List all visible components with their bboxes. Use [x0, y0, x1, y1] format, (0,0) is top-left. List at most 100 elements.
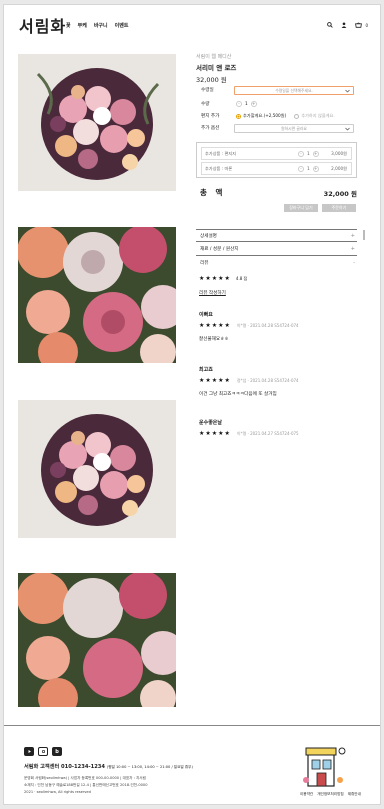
review-summary-stars: ★★★★★	[199, 275, 231, 282]
option-line-stepper: - 1 +	[298, 151, 319, 157]
accordion-detail[interactable]: 상세설명 +	[196, 229, 357, 242]
letter-radio-none[interactable]: 추가하지 않을게요.	[294, 113, 335, 119]
youtube-icon[interactable]	[24, 747, 34, 756]
letter-radio-group: 추가할게요.(+2,500원) 추가하지 않을게요.	[236, 113, 335, 119]
scrollbar-thumb[interactable]	[363, 230, 365, 240]
product-name: 서리미 앤 로즈	[196, 64, 237, 72]
shop-illustration	[300, 742, 348, 790]
date-placeholder: 수령일을 선택해주세요.	[275, 88, 313, 93]
option-line: 추가상품 : 마론 - 1 + 2,000원	[201, 162, 352, 175]
qty-row: 수량 - 1 +	[196, 100, 357, 109]
review-text: 잘선물해요ㅎㅎ	[199, 337, 229, 342]
plus-icon: +	[350, 233, 355, 239]
option-minus-button[interactable]: -	[298, 151, 304, 157]
chevron-down-icon	[345, 88, 350, 95]
review-stars: ★★★★★	[199, 377, 231, 384]
chevron-down-icon	[345, 126, 350, 133]
option-plus-button[interactable]: +	[312, 166, 319, 172]
option-qty[interactable]: 1	[307, 152, 310, 157]
review-title: 최고죠	[199, 367, 213, 373]
footer-divider	[4, 725, 380, 726]
accordion-ingredients-label: 재료 / 성분 / 원산지	[200, 247, 239, 252]
review-text: 이건 그냥 최고죠ㅋㅋㅋ다음에 또 살거임	[199, 392, 277, 397]
option-qty[interactable]: 1	[307, 167, 310, 172]
plus-icon: +	[350, 246, 355, 252]
footer-link-partnership[interactable]: 제휴안내	[348, 792, 361, 797]
header: 서림화 꽃 부케 바구니 이벤트 0	[4, 5, 380, 47]
footer-cs-phone: 서림화 고객센터 010-1234-1234	[24, 764, 106, 770]
blog-icon[interactable]: b	[52, 747, 62, 756]
footer-cs-hours: (평일 10:00 ~ 13:00, 14:00 ~ 21:00 / 일요일 휴…	[106, 765, 193, 769]
social-links: b	[24, 747, 62, 756]
product-price: 32,000 원	[196, 76, 227, 84]
review-stars: ★★★★★	[199, 322, 231, 329]
footer-link-terms[interactable]: 이용약관	[300, 792, 313, 797]
review-summary: ★★★★★ 4.8 점	[199, 275, 247, 282]
extra-select[interactable]: 원하시면 골라요	[234, 124, 354, 133]
footer-link-privacy[interactable]: 개인정보처리방침	[317, 792, 343, 797]
qty-minus-button[interactable]: -	[236, 101, 242, 107]
letter-label: 편지 추가	[201, 114, 220, 119]
search-icon[interactable]	[327, 22, 334, 28]
radio-selected-icon	[236, 113, 241, 119]
qty-plus-button[interactable]: +	[250, 101, 257, 107]
total-value: 32,000 원	[323, 190, 357, 198]
product-info: 서림이 웹 메디산 서리미 앤 로즈 32,000 원	[196, 53, 357, 84]
product-photo-bouquet-2	[18, 400, 176, 538]
date-row: 수령일 수령일을 선택해주세요.	[196, 86, 357, 96]
footer-links: 이용약관 개인정보처리방침 제휴안내	[300, 792, 361, 797]
review-title: 이뻐요	[199, 312, 213, 318]
accordion-reviews-label: 리뷰	[200, 261, 209, 266]
nav-item-event[interactable]: 이벤트	[115, 22, 129, 29]
page: 서림화 꽃 부케 바구니 이벤트 0 서림이 웹 메디산 서리미 앤 로즈 32…	[3, 4, 381, 805]
review-item: 이뻐요 ★★★★★ 이*명 · 2021.04.28 S54724-074 잘선…	[199, 311, 357, 342]
cart-icon[interactable]	[355, 22, 363, 28]
date-label: 수령일	[201, 88, 214, 93]
option-line-price: 3,000원	[331, 151, 347, 156]
review-meta: 이*명 · 2021.04.28 S54724-074	[236, 322, 299, 328]
nav-item-bouquet[interactable]: 부케	[78, 22, 87, 29]
qty-value[interactable]: 1	[245, 102, 248, 107]
review-summary-score: 4.8 점	[235, 275, 248, 281]
user-icon[interactable]	[341, 22, 347, 28]
total-row: 총 액 32,000 원	[196, 187, 357, 199]
extra-placeholder: 원하시면 골라요	[281, 126, 307, 131]
accordion-detail-label: 상세설명	[200, 234, 217, 239]
nav-item-basket[interactable]: 바구니	[94, 22, 108, 29]
footer-cs: 서림화 고객센터 010-1234-1234 (평일 10:00 ~ 13:00…	[24, 763, 193, 770]
logo[interactable]: 서림화	[19, 13, 66, 37]
review-item: 운수좋은날 ★★★★★ 이*명 · 2021.04.27 S54724-075	[199, 419, 357, 437]
footer-address: 소재지 : 인천 남동구 예술로188번길 12-4 | 통신판매신고번호 20…	[24, 783, 148, 787]
option-minus-button[interactable]: -	[298, 166, 304, 172]
footer-copyright: 2021 · seolimhwa, All rights reserved	[24, 790, 91, 794]
letter-radio-add[interactable]: 추가할게요.(+2,500원)	[236, 113, 286, 119]
accordion-reviews[interactable]: 리뷰 -	[196, 257, 357, 270]
qty-stepper: - 1 +	[236, 101, 257, 107]
option-line-price: 2,000원	[331, 166, 347, 171]
extra-label: 추가 옵션	[201, 126, 220, 131]
letter-row: 편지 추가 추가할게요.(+2,500원) 추가하지 않을게요.	[196, 112, 357, 121]
add-to-cart-button[interactable]: 장바구니 담기	[284, 204, 318, 212]
accordion-ingredients[interactable]: 재료 / 성분 / 원산지 +	[196, 243, 357, 256]
selected-options-box: 추가상품 : 편지지 - 1 + 3,000원 추가상품 : 마론 - 1 + …	[196, 142, 357, 178]
option-line: 추가상품 : 편지지 - 1 + 3,000원	[201, 147, 352, 160]
option-line-stepper: - 1 +	[298, 166, 319, 172]
nav-item-flower[interactable]: 꽃	[66, 22, 71, 29]
minus-icon: -	[353, 260, 355, 266]
instagram-icon[interactable]	[38, 747, 48, 756]
extra-row: 추가 옵션 원하시면 골라요	[196, 124, 357, 134]
review-stars: ★★★★★	[199, 430, 231, 437]
review-item: 최고죠 ★★★★★ 정*섭 · 2021.04.28 S54724-074 이건…	[199, 366, 357, 397]
review-title: 운수좋은날	[199, 420, 223, 426]
product-subtitle: 서림이 웹 메디산	[196, 54, 232, 60]
date-select[interactable]: 수령일을 선택해주세요.	[234, 86, 354, 95]
cart-count: 0	[365, 22, 368, 28]
option-plus-button[interactable]: +	[312, 151, 319, 157]
buy-now-button[interactable]: 주문하기	[322, 204, 356, 212]
write-review-link[interactable]: 리뷰 작성하기	[199, 290, 226, 296]
radio-unselected-icon	[294, 113, 300, 119]
letter-radio-none-label: 추가하지 않을게요.	[301, 113, 335, 118]
review-meta: 이*명 · 2021.04.27 S54724-075	[236, 430, 299, 436]
product-photo-roses	[18, 227, 176, 363]
qty-label: 수량	[201, 102, 210, 107]
